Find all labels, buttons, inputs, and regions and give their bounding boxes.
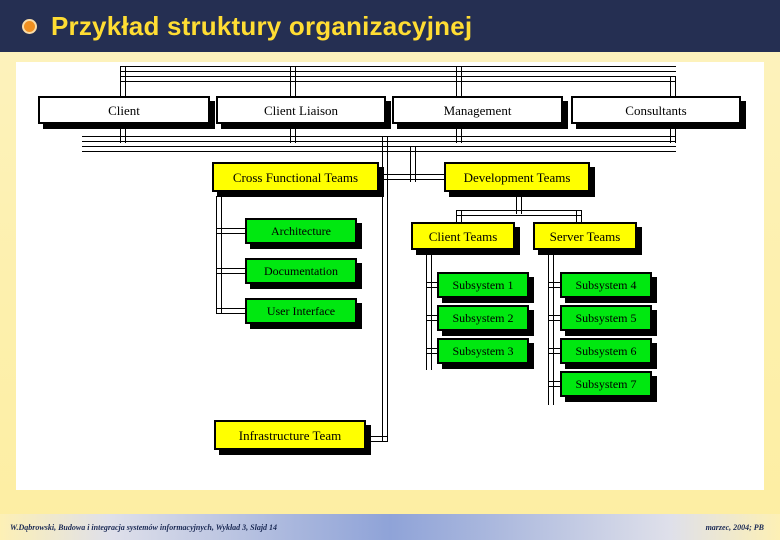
node-architecture[interactable]: Architecture [245,218,357,244]
node-subsystem-6[interactable]: Subsystem 6 [560,338,652,364]
node-infrastructure-team[interactable]: Infrastructure Team [214,420,366,450]
node-client[interactable]: Client [38,96,210,124]
slide-footer: W.Dąbrowski, Budowa i integracja systemó… [0,514,780,540]
node-cross-functional-teams-label: Cross Functional Teams [232,169,359,185]
node-server-teams[interactable]: Server Teams [533,222,637,250]
connector-drop-consultants [670,76,676,96]
node-subsystem-5[interactable]: Subsystem 5 [560,305,652,331]
node-subsystem-1-label: Subsystem 1 [452,278,514,292]
node-client-label: Client [108,102,140,118]
node-user-interface[interactable]: User Interface [245,298,357,324]
connector-branch-architecture [216,228,246,234]
node-management[interactable]: Management [392,96,563,124]
connector-dev-inlet [410,174,448,180]
connector-branch-user-interface [216,308,246,314]
node-subsystem-1[interactable]: Subsystem 1 [437,272,529,298]
connector-top-spine [120,66,676,72]
node-architecture-label: Architecture [271,224,331,238]
node-documentation-label: Documentation [264,264,338,278]
node-subsystem-4[interactable]: Subsystem 4 [560,272,652,298]
node-consultants[interactable]: Consultants [571,96,741,124]
connector-infrastructure-branch [366,436,388,442]
connector-dev-split [456,210,582,216]
org-chart-canvas: Client Client Liaison Management Consult… [16,62,764,490]
bullet-dot-icon [24,20,35,32]
connector-bottom-spine [82,136,676,142]
footer-attribution: W.Dąbrowski, Budowa i integracja systemó… [10,522,278,532]
node-server-teams-label: Server Teams [549,228,621,244]
node-development-teams[interactable]: Development Teams [444,162,590,192]
footer-date: marzec, 2004; PB [705,522,764,532]
node-management-label: Management [443,102,512,118]
connector-top-spine-2 [120,76,676,82]
node-client-liaison-label: Client Liaison [263,102,339,118]
node-subsystem-3[interactable]: Subsystem 3 [437,338,529,364]
connector-bottom-spine-2 [82,146,676,152]
node-subsystem-4-label: Subsystem 4 [575,278,637,292]
node-documentation[interactable]: Documentation [245,258,357,284]
node-development-teams-label: Development Teams [463,169,571,185]
node-subsystem-7-label: Subsystem 7 [575,377,637,391]
connector-drop-liaison [290,66,296,96]
node-cross-functional-teams[interactable]: Cross Functional Teams [212,162,379,192]
slide-title-bar: Przykład struktury organizacyjnej [0,0,780,52]
node-subsystem-2[interactable]: Subsystem 2 [437,305,529,331]
node-subsystem-2-label: Subsystem 2 [452,311,514,325]
connector-vertical-trunk-infrastructure [382,136,388,442]
connector-drop-client [120,66,126,96]
node-consultants-label: Consultants [625,102,687,118]
connector-drop-management [456,66,462,96]
page-title: Przykład struktury organizacyjnej [51,10,473,41]
node-subsystem-3-label: Subsystem 3 [452,344,514,358]
connector-cft-children-trunk [216,196,222,314]
node-infrastructure-team-label: Infrastructure Team [238,427,342,443]
node-client-liaison[interactable]: Client Liaison [216,96,386,124]
node-client-teams-label: Client Teams [428,228,498,244]
node-subsystem-7[interactable]: Subsystem 7 [560,371,652,397]
node-user-interface-label: User Interface [266,304,336,318]
node-subsystem-6-label: Subsystem 6 [575,344,637,358]
node-client-teams[interactable]: Client Teams [411,222,515,250]
connector-branch-documentation [216,268,246,274]
slide: Przykład struktury organizacyjnej Client… [0,0,780,540]
node-subsystem-5-label: Subsystem 5 [575,311,637,325]
